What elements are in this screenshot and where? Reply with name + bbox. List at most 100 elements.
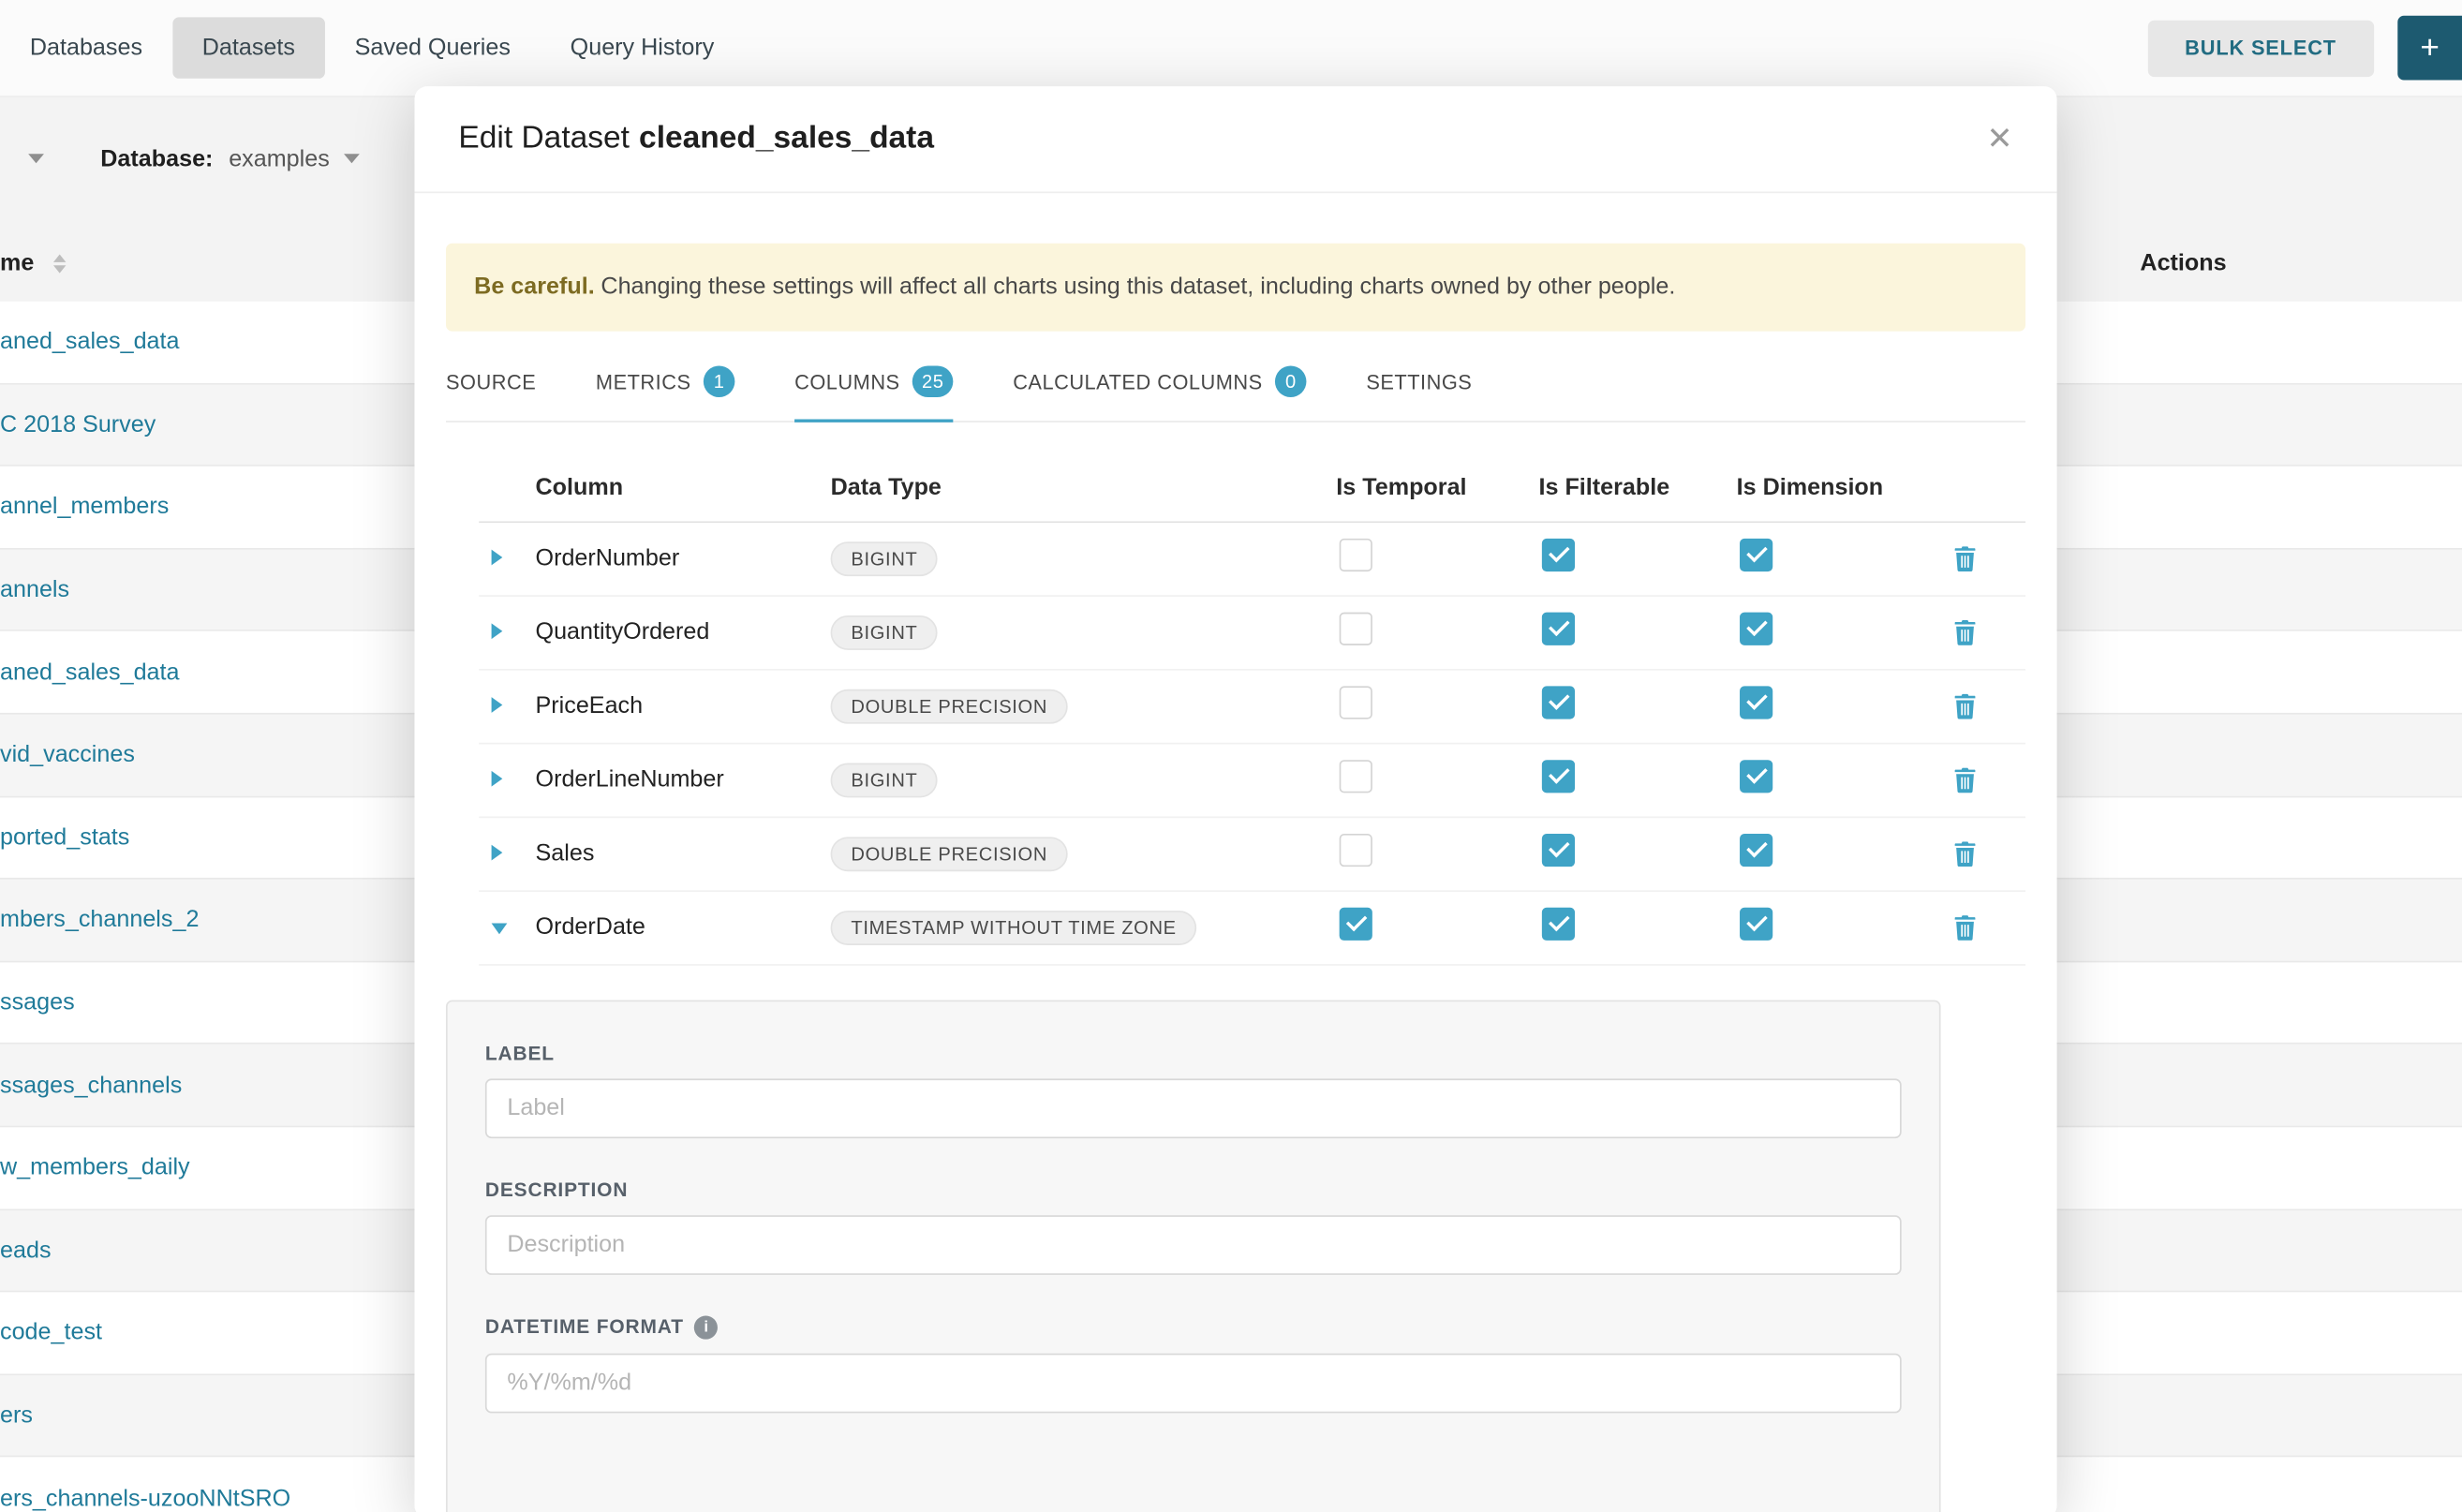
dataset-link[interactable]: ers_channels-uzooNNtSRO — [0, 1485, 290, 1511]
data-type-pill: TIMESTAMP WITHOUT TIME ZONE — [831, 911, 1197, 945]
expand-caret-icon[interactable] — [492, 923, 508, 934]
dataset-link[interactable]: ported_stats — [0, 824, 129, 851]
tab-settings[interactable]: SETTINGS — [1366, 344, 1472, 421]
dataset-link[interactable]: ssages_channels — [0, 1072, 182, 1098]
is-dimension-checkbox[interactable] — [1740, 760, 1772, 793]
is-filterable-cell — [1539, 760, 1737, 801]
add-dataset-button[interactable]: + — [2397, 16, 2462, 81]
expand-caret-icon[interactable] — [492, 623, 503, 639]
is-temporal-cell — [1336, 834, 1538, 875]
expand-caret-icon[interactable] — [492, 549, 503, 565]
nav-tab-query-history[interactable]: Query History — [541, 17, 744, 78]
sort-desc-icon — [52, 264, 65, 272]
is-filterable-checkbox[interactable] — [1542, 907, 1575, 940]
is-dimension-cell — [1737, 686, 1953, 727]
tab-metrics[interactable]: METRICS 1 — [596, 344, 735, 421]
is-dimension-checkbox[interactable] — [1740, 834, 1772, 867]
is-temporal-checkbox[interactable] — [1340, 612, 1372, 645]
is-dimension-checkbox[interactable] — [1740, 538, 1772, 571]
nav-tab-saved-queries[interactable]: Saved Queries — [325, 17, 541, 78]
is-dimension-checkbox[interactable] — [1740, 907, 1772, 940]
is-dimension-cell — [1737, 834, 1953, 875]
is-dimension-checkbox[interactable] — [1740, 686, 1772, 719]
database-filter-value[interactable]: examples — [229, 145, 330, 171]
is-temporal-cell — [1336, 686, 1538, 727]
is-filterable-checkbox[interactable] — [1542, 612, 1575, 645]
dataset-link[interactable]: w_members_daily — [0, 1154, 190, 1180]
expand-caret-icon[interactable] — [492, 771, 503, 787]
sort-asc-icon — [52, 254, 65, 261]
tab-source[interactable]: SOURCE — [446, 344, 536, 421]
info-icon[interactable]: i — [695, 1315, 719, 1339]
nav-tab-databases[interactable]: Databases — [0, 17, 172, 78]
data-type-pill: BIGINT — [831, 763, 939, 797]
dataset-link[interactable]: mbers_channels_2 — [0, 907, 199, 933]
caret-cell — [479, 618, 535, 646]
description-input[interactable] — [485, 1215, 1902, 1275]
bulk-select-button[interactable]: BULK SELECT — [2147, 20, 2374, 76]
column-name: PriceEach — [536, 693, 831, 719]
is-temporal-checkbox[interactable] — [1340, 834, 1372, 867]
nav-tab-datasets[interactable]: Datasets — [172, 17, 325, 78]
is-filterable-checkbox[interactable] — [1542, 538, 1575, 571]
tab-count-badge: 0 — [1275, 366, 1307, 398]
is-temporal-checkbox[interactable] — [1340, 538, 1372, 571]
delete-cell — [1953, 546, 2025, 571]
modal-tab-label: METRICS — [596, 370, 691, 393]
caret-cell — [479, 544, 535, 572]
dataset-link[interactable]: annels — [0, 576, 69, 602]
dataset-link[interactable]: C 2018 Survey — [0, 411, 156, 437]
data-type-pill: DOUBLE PRECISION — [831, 837, 1068, 871]
data-type-cell: BIGINT — [831, 763, 1337, 797]
delete-icon[interactable] — [1953, 915, 1977, 941]
close-icon[interactable]: ✕ — [1987, 119, 2013, 158]
dataset-link[interactable]: eads — [0, 1237, 52, 1263]
is-filterable-checkbox[interactable] — [1542, 760, 1575, 793]
is-temporal-checkbox[interactable] — [1340, 686, 1372, 719]
tab-columns[interactable]: COLUMNS 25 — [794, 344, 953, 421]
chevron-down-icon[interactable] — [344, 154, 360, 163]
dataset-link[interactable]: code_test — [0, 1320, 102, 1346]
data-type-header: Data Type — [831, 474, 1337, 500]
datetime-format-input[interactable] — [485, 1353, 1902, 1413]
delete-cell — [1953, 693, 2025, 719]
delete-cell — [1953, 841, 2025, 867]
data-type-cell: DOUBLE PRECISION — [831, 837, 1337, 871]
name-column-header[interactable]: me — [0, 249, 34, 275]
warning-banner-text: Changing these settings will affect all … — [601, 274, 1675, 300]
sort-icon[interactable] — [52, 254, 65, 273]
dataset-link[interactable]: aned_sales_data — [0, 329, 180, 355]
is-temporal-checkbox[interactable] — [1340, 907, 1372, 940]
is-filterable-checkbox[interactable] — [1542, 686, 1575, 719]
delete-icon[interactable] — [1953, 620, 1977, 645]
is-temporal-cell — [1336, 907, 1538, 948]
column-detail-panel: LABEL DESCRIPTION DATETIME FORMAT i — [446, 1000, 1941, 1512]
warning-banner: Be careful.Changing these settings will … — [446, 244, 2025, 331]
is-dimension-checkbox[interactable] — [1740, 612, 1772, 645]
modal-header: Edit Datasetcleaned_sales_data ✕ — [414, 86, 2056, 193]
is-dimension-cell — [1737, 612, 1953, 653]
data-type-pill: DOUBLE PRECISION — [831, 689, 1068, 723]
column-name: OrderLineNumber — [536, 766, 831, 793]
tab-calculated-columns[interactable]: CALCULATED COLUMNS 0 — [1013, 344, 1306, 421]
delete-icon[interactable] — [1953, 546, 1977, 571]
dataset-link[interactable]: ssages — [0, 989, 75, 1015]
expand-caret-icon[interactable] — [492, 697, 503, 713]
dataset-link[interactable]: ers — [0, 1402, 33, 1429]
dataset-link[interactable]: aned_sales_data — [0, 659, 180, 685]
label-input[interactable] — [485, 1078, 1902, 1138]
is-filterable-checkbox[interactable] — [1542, 834, 1575, 867]
expand-caret-icon[interactable] — [492, 844, 503, 860]
column-name: QuantityOrdered — [536, 619, 831, 645]
is-temporal-cell — [1336, 538, 1538, 579]
chevron-down-icon[interactable] — [28, 154, 44, 163]
label-field-label: LABEL — [485, 1042, 1902, 1063]
is-temporal-checkbox[interactable] — [1340, 760, 1372, 793]
delete-icon[interactable] — [1953, 767, 1977, 793]
column-row: OrderLineNumber BIGINT — [479, 744, 2025, 818]
dataset-link[interactable]: annel_members — [0, 494, 169, 520]
modal-title-dataset-name: cleaned_sales_data — [639, 121, 934, 156]
delete-icon[interactable] — [1953, 693, 1977, 719]
dataset-link[interactable]: vid_vaccines — [0, 742, 135, 768]
delete-icon[interactable] — [1953, 841, 1977, 867]
